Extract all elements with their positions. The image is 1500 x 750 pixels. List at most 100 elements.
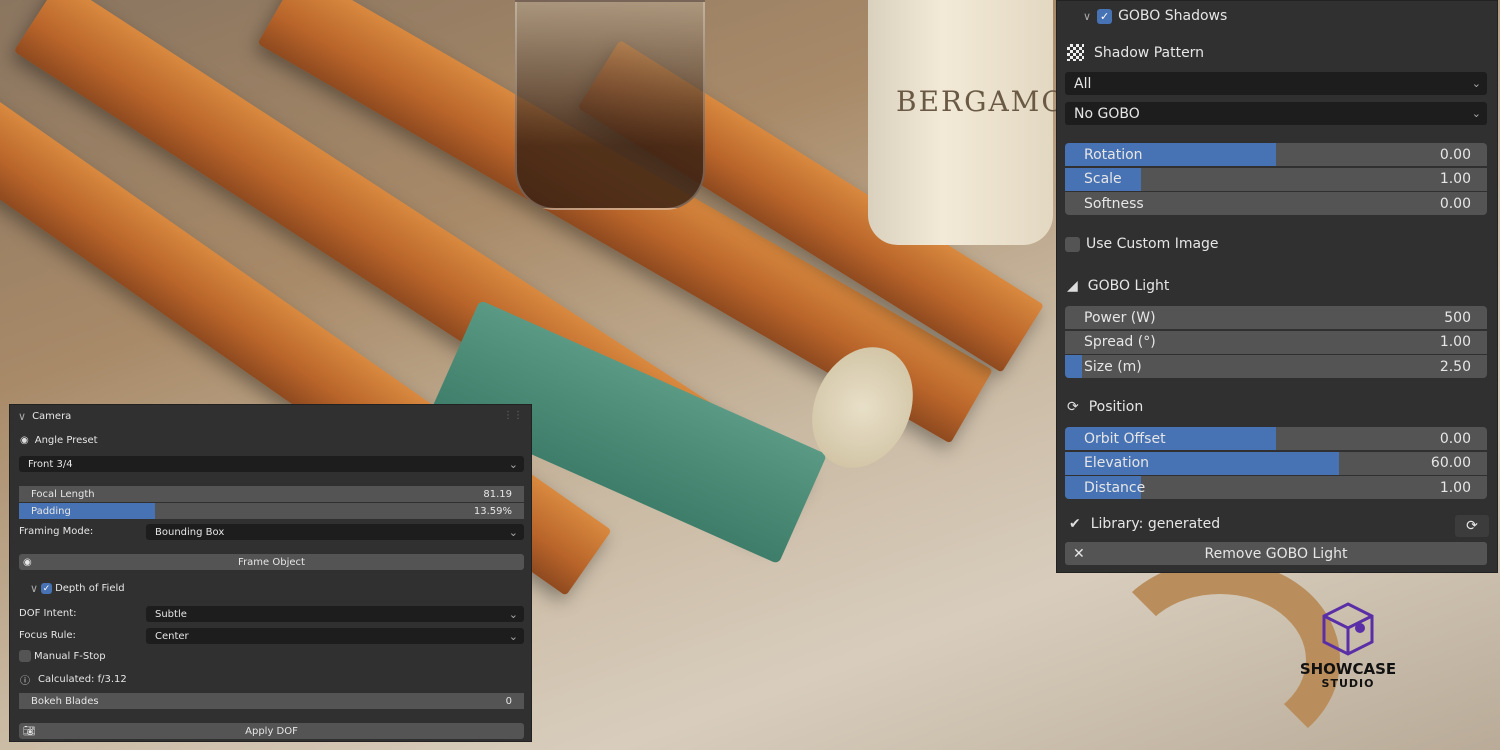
logo-line1: SHOWCASE [1299,660,1397,678]
scale-slider[interactable]: Scale 1.00 [1065,167,1487,191]
spread-slider[interactable]: Spread (°) 1.00 [1065,330,1487,354]
dof-header-label: Depth of Field [55,583,125,594]
framing-mode-dropdown[interactable]: Bounding Box ⌄ [146,524,524,540]
slider-label: Size (m) [1084,358,1142,375]
chevron-down-icon: ⌄ [508,525,518,539]
use-custom-image-checkbox[interactable] [1065,236,1080,252]
camera-header[interactable]: ∨ Camera [18,410,71,423]
showcase-studio-logo: SHOWCASE STUDIO [1292,598,1404,690]
cube-eye-icon [1322,602,1374,656]
manual-fstop-label: Manual F-Stop [34,650,106,662]
dof-enabled-checkbox[interactable]: ✓ [41,583,53,594]
slider-value: 0.00 [1439,430,1471,447]
camera-header-label: Camera [32,411,72,422]
padding-label: Padding [31,505,71,517]
chevron-down-icon: ⌄ [508,607,518,621]
chevron-down-icon: ∨ [18,410,27,423]
focus-rule-value: Center [155,630,189,642]
framing-mode-label: Framing Mode: [19,526,94,537]
remove-gobo-light-button[interactable]: ✕ Remove GOBO Light [1065,542,1487,565]
elevation-slider[interactable]: Elevation 60.00 [1065,451,1487,475]
position-label: Position [1088,399,1144,415]
slider-label: Scale [1084,171,1122,187]
bokeh-blades-value: 0 [505,695,512,707]
focal-length-slider[interactable]: Focal Length 81.19 [19,486,524,502]
chevron-down-icon[interactable]: ∨ [1083,10,1091,23]
softness-slider[interactable]: Softness 0.00 [1065,192,1487,215]
distance-slider[interactable]: Distance 1.00 [1065,476,1487,499]
orbit-offset-slider[interactable]: Orbit Offset 0.00 [1065,427,1487,450]
camera-icon: ◉ [23,556,32,568]
slider-value: 1.00 [1439,479,1471,496]
pattern-select-dropdown[interactable]: No GOBO ⌄ [1065,102,1487,125]
remove-gobo-light-label: Remove GOBO Light [1204,545,1348,562]
orbit-icon: ⟳ [1067,399,1079,415]
shadow-pattern-label: Shadow Pattern [1094,44,1205,61]
chevron-down-icon[interactable]: ∨ [30,582,38,595]
dof-intent-label: DOF Intent: [19,608,77,619]
camera-panel: ∨ Camera ⋮⋮ ◉ Angle Preset Front 3/4 ⌄ Foc… [9,404,532,742]
angle-preset-value: Front 3/4 [28,458,73,470]
glass [515,0,705,210]
spotlight-icon: ◢ [1067,278,1078,294]
bokeh-blades-field[interactable]: Bokeh Blades 0 [19,693,524,709]
focal-length-label: Focal Length [31,488,95,500]
info-icon: ⓘ [20,676,30,687]
slider-label: Spread (°) [1084,334,1156,350]
slider-value: 1.00 [1439,334,1471,350]
logo-line2: STUDIO [1321,677,1375,690]
slider-label: Softness [1084,195,1144,212]
slider-value: 1.00 [1439,171,1471,187]
slider-label: Elevation [1084,455,1150,471]
chevron-down-icon: ⌄ [508,457,518,471]
bokeh-blades-label: Bokeh Blades [31,695,99,707]
slider-label: Orbit Offset [1084,430,1166,447]
refresh-library-button[interactable]: ⟳ [1455,515,1489,537]
focus-rule-label: Focus Rule: [19,630,76,641]
library-status: Library: generated [1090,516,1221,532]
refresh-icon: ⟳ [1466,518,1478,534]
pattern-filter-value: All [1074,75,1092,92]
chevron-down-icon: ⌄ [508,629,518,643]
slider-value: 0.00 [1439,195,1471,212]
slider-label: Rotation [1084,146,1143,163]
dof-intent-dropdown[interactable]: Subtle ⌄ [146,606,524,622]
gobo-light-label: GOBO Light [1087,278,1170,294]
gobo-enabled-checkbox[interactable]: ✓ [1097,8,1113,24]
slider-label: Power (W) [1084,309,1156,326]
use-custom-image-toggle[interactable]: Use Custom Image [1065,236,1219,252]
gobo-header[interactable]: ∨ ✓ GOBO Shadows [1083,8,1227,24]
checker-pattern-icon [1067,44,1084,61]
dof-intent-value: Subtle [155,608,187,620]
calculated-fstop: Calculated: f/3.12 [38,674,127,685]
drag-handle-icon[interactable]: ⋮⋮ [503,410,523,421]
padding-slider[interactable]: Padding 13.59% [19,503,524,519]
manual-fstop-toggle[interactable]: Manual F-Stop [19,650,106,662]
camera-icon: 📷︎ [23,725,36,737]
dof-header[interactable]: ∨ ✓ Depth of Field [30,582,125,595]
manual-fstop-checkbox[interactable] [19,650,31,662]
size-m-slider[interactable]: Size (m) 2.50 [1065,355,1487,378]
candle: BERGAMOT [868,0,1085,245]
slider-value: 500 [1444,309,1471,326]
slider-value: 2.50 [1439,358,1471,375]
angle-preset-dropdown[interactable]: Front 3/4 ⌄ [19,456,524,472]
apply-dof-label: Apply DOF [245,725,298,737]
camera-icon: ◉ [20,435,29,446]
frame-object-button[interactable]: ◉ Frame Object [19,554,524,570]
pattern-select-value: No GOBO [1074,105,1140,122]
gobo-shadows-panel: ∨ ✓ GOBO Shadows Shadow Pattern All ⌄ No … [1056,0,1498,573]
padding-value: 13.59% [473,505,512,517]
framing-mode-value: Bounding Box [155,526,225,538]
use-custom-image-label: Use Custom Image [1086,236,1219,252]
power-w-slider[interactable]: Power (W) 500 [1065,306,1487,329]
slider-value: 0.00 [1439,146,1471,163]
chevron-down-icon: ⌄ [1471,77,1481,90]
focus-rule-dropdown[interactable]: Center ⌄ [146,628,524,644]
pattern-filter-dropdown[interactable]: All ⌄ [1065,72,1487,95]
rotation-slider[interactable]: Rotation 0.00 [1065,143,1487,166]
slider-label: Distance [1084,479,1146,496]
focal-length-value: 81.19 [483,488,512,500]
apply-dof-button[interactable]: 📷︎ Apply DOF [19,723,524,739]
gobo-header-label: GOBO Shadows [1118,8,1228,24]
